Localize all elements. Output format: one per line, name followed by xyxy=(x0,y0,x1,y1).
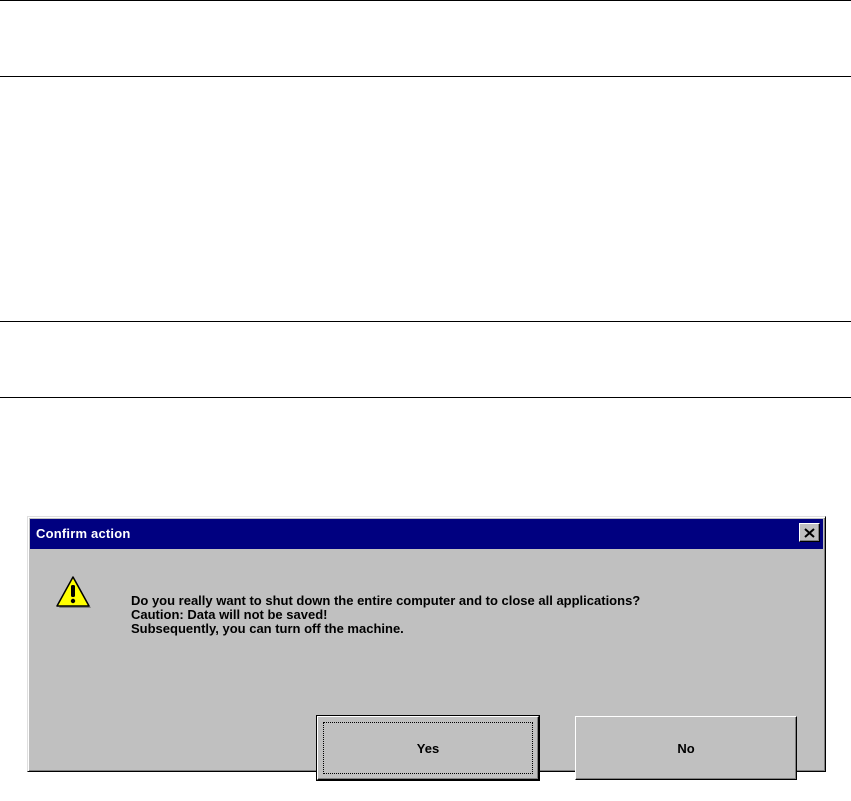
yes-button-label: Yes xyxy=(416,740,440,756)
dialog-titlebar[interactable]: Confirm action xyxy=(30,519,823,549)
message-line: Subsequently, you can turn off the machi… xyxy=(131,621,404,636)
separator-line xyxy=(0,76,851,77)
no-button-label: No xyxy=(677,740,695,756)
message-line: Do you really want to shut down the enti… xyxy=(131,593,641,608)
separator-line xyxy=(0,321,851,322)
no-button[interactable]: No xyxy=(575,716,797,780)
separator-line xyxy=(0,397,851,398)
message-line: Caution: Data will not be saved! xyxy=(131,607,328,622)
dialog-message: Do you really want to shut down the enti… xyxy=(131,594,640,636)
dialog-title: Confirm action xyxy=(36,526,131,541)
close-icon xyxy=(804,527,815,538)
confirm-dialog: Confirm action Do you really want to shu… xyxy=(27,516,826,781)
close-button[interactable] xyxy=(799,523,820,542)
separator-line xyxy=(0,0,851,1)
yes-button[interactable]: Yes xyxy=(316,715,540,781)
warning-icon xyxy=(56,576,91,608)
